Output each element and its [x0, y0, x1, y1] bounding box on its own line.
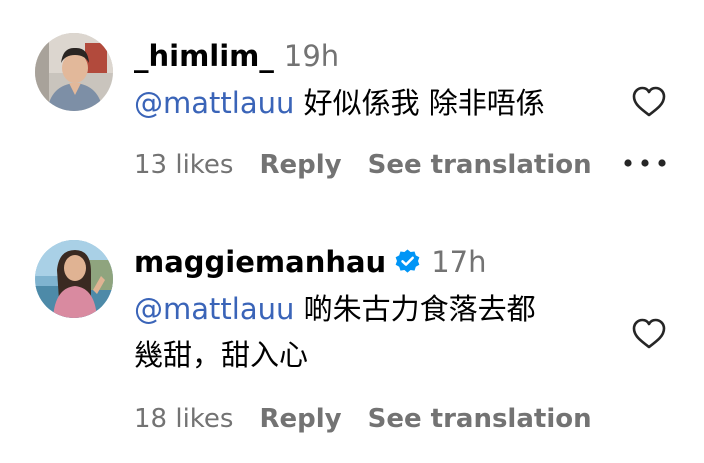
- avatar[interactable]: [35, 240, 113, 318]
- comment: _himlim_ 19h @mattlauu 好似係我 除非唔係 13 likes…: [0, 0, 704, 200]
- comment-line: 啲朱古力食落去都: [294, 292, 536, 326]
- see-translation-button[interactable]: See translation: [368, 150, 592, 180]
- avatar-image: [35, 240, 113, 318]
- comment-header: maggiemanhau 17h: [134, 248, 487, 277]
- heart-icon[interactable]: [629, 314, 669, 354]
- comment-actions: 18 likes Reply See translation: [134, 404, 618, 434]
- comment-header: _himlim_ 19h: [134, 42, 339, 71]
- comment-actions: 13 likes Reply See translation: [134, 150, 618, 180]
- more-icon[interactable]: [624, 158, 666, 168]
- timestamp[interactable]: 17h: [431, 245, 486, 279]
- reply-button[interactable]: Reply: [259, 150, 341, 180]
- comment-text: @mattlauu 好似係我 除非唔係: [134, 80, 545, 126]
- comment: maggiemanhau 17h @mattlauu 啲朱古力食落去都 幾甜，甜…: [0, 232, 704, 463]
- username[interactable]: _himlim_: [134, 39, 274, 73]
- timestamp[interactable]: 19h: [284, 39, 339, 73]
- see-translation-button[interactable]: See translation: [368, 404, 592, 434]
- reply-button[interactable]: Reply: [259, 404, 341, 434]
- likes-count[interactable]: 18 likes: [134, 404, 233, 434]
- avatar[interactable]: [35, 33, 113, 111]
- mention-link[interactable]: @mattlauu: [134, 86, 294, 120]
- avatar-image: [35, 33, 113, 111]
- heart-icon[interactable]: [629, 82, 669, 122]
- comment-text: @mattlauu 啲朱古力食落去都 幾甜，甜入心: [134, 286, 536, 378]
- verified-badge-icon: [395, 249, 420, 273]
- username[interactable]: maggiemanhau: [134, 245, 386, 279]
- likes-count[interactable]: 13 likes: [134, 150, 233, 180]
- comment-line: 幾甜，甜入心: [134, 338, 309, 372]
- comment-line: 好似係我 除非唔係: [294, 86, 545, 120]
- mention-link[interactable]: @mattlauu: [134, 292, 294, 326]
